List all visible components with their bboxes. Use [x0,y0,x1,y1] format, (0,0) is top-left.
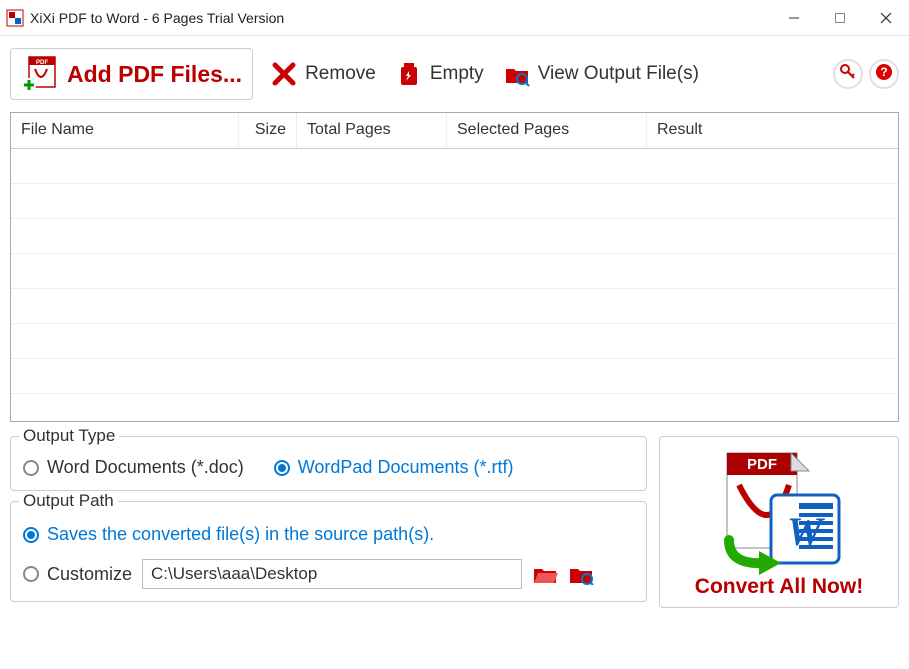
radio-wordpad-rtf[interactable]: WordPad Documents (*.rtf) [274,457,514,478]
radio-icon [23,566,39,582]
empty-label: Empty [430,63,484,85]
convert-all-button[interactable]: PDF W Convert All Now! [659,436,899,608]
bottom-area: Output Type Word Documents (*.doc) WordP… [0,422,909,616]
radio-source-path[interactable]: Saves the converted file(s) in the sourc… [23,524,634,545]
svg-text:PDF: PDF [747,456,777,473]
add-pdf-files-button[interactable]: PDF Add PDF Files... [10,48,253,100]
maximize-button[interactable] [817,0,863,36]
trash-recycle-icon [396,61,422,87]
table-row[interactable] [11,359,898,394]
radio-icon [23,460,39,476]
table-body [11,149,898,394]
remove-button[interactable]: Remove [271,61,376,87]
radio-source-path-label: Saves the converted file(s) in the sourc… [47,524,434,545]
column-header-totalpages[interactable]: Total Pages [297,113,447,148]
radio-icon [23,527,39,543]
table-header-row: File Name Size Total Pages Selected Page… [11,113,898,149]
radio-customize-label: Customize [47,564,132,585]
table-row[interactable] [11,149,898,184]
key-icon [839,63,857,86]
radio-customize[interactable]: Customize [23,564,132,585]
radio-wordpad-rtf-label: WordPad Documents (*.rtf) [298,457,514,478]
empty-button[interactable]: Empty [396,61,484,87]
close-button[interactable] [863,0,909,36]
svg-text:?: ? [880,65,887,79]
remove-x-icon [271,61,297,87]
window-title: XiXi PDF to Word - 6 Pages Trial Version [30,10,771,26]
column-header-result[interactable]: Result [647,113,898,148]
column-header-selectedpages[interactable]: Selected Pages [447,113,647,148]
app-icon [6,9,24,27]
help-button[interactable]: ? [869,59,899,89]
folder-view-icon [504,61,530,87]
add-pdf-files-label: Add PDF Files... [67,61,242,88]
view-output-files-button[interactable]: View Output File(s) [504,61,699,87]
table-row[interactable] [11,289,898,324]
custom-path-input[interactable] [142,559,522,589]
settings-button[interactable] [833,59,863,89]
svg-text:PDF: PDF [36,60,48,66]
radio-icon [274,460,290,476]
browse-folder-button[interactable] [532,563,558,585]
radio-word-doc-label: Word Documents (*.doc) [47,457,244,478]
output-path-title: Output Path [19,491,118,511]
table-row[interactable] [11,184,898,219]
toolbar: PDF Add PDF Files... Remove Empty [0,36,909,112]
titlebar: XiXi PDF to Word - 6 Pages Trial Version [0,0,909,36]
remove-label: Remove [305,63,376,85]
column-header-size[interactable]: Size [239,113,297,148]
column-header-filename[interactable]: File Name [11,113,239,148]
output-type-title: Output Type [19,426,119,446]
table-row[interactable] [11,219,898,254]
pdf-to-word-icon: PDF W [709,445,849,575]
question-icon: ? [875,63,893,86]
view-output-label: View Output File(s) [538,63,699,85]
radio-word-doc[interactable]: Word Documents (*.doc) [23,457,244,478]
output-path-panel: Output Path Saves the converted file(s) … [10,501,647,602]
convert-all-label: Convert All Now! [695,575,863,599]
pdf-add-icon: PDF [21,55,63,93]
open-folder-button[interactable] [568,563,594,585]
file-table: File Name Size Total Pages Selected Page… [10,112,899,422]
table-row[interactable] [11,254,898,289]
output-type-panel: Output Type Word Documents (*.doc) WordP… [10,436,647,491]
svg-text:W: W [787,509,825,554]
minimize-button[interactable] [771,0,817,36]
table-row[interactable] [11,324,898,359]
